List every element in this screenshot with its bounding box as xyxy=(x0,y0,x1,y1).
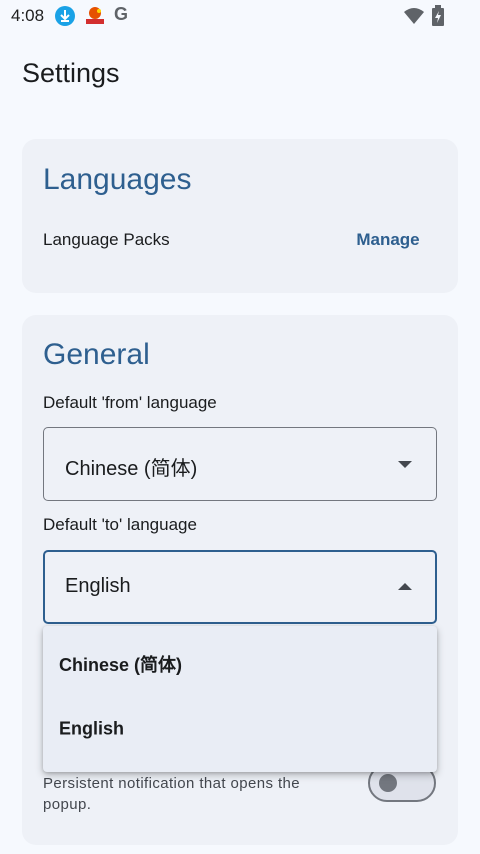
google-icon: G xyxy=(114,4,129,24)
language-packs-label: Language Packs xyxy=(43,230,170,249)
language-dropdown-menu: Chinese (简体) English xyxy=(43,626,437,772)
to-language-select[interactable]: English xyxy=(43,550,437,624)
from-language-value: Chinese (简体) xyxy=(65,458,198,480)
menu-item-chinese[interactable]: Chinese (简体) xyxy=(43,634,437,698)
from-language-label: Default 'from' language xyxy=(43,393,217,412)
to-language-label: Default 'to' language xyxy=(43,515,197,534)
languages-card: Languages Language Packs Manage xyxy=(22,139,458,293)
menu-item-label: English xyxy=(59,718,125,739)
battery-icon xyxy=(431,5,451,26)
wifi-icon xyxy=(404,7,424,27)
status-bar: 4:08 G xyxy=(0,0,480,32)
bottom-edge xyxy=(0,848,480,854)
languages-heading: Languages xyxy=(43,163,192,196)
general-heading: General xyxy=(43,338,150,371)
menu-item-label: Chinese (简体) xyxy=(59,655,183,675)
to-language-value: English xyxy=(65,575,131,597)
toggle-thumb xyxy=(379,774,397,792)
page-title: Settings xyxy=(22,58,120,88)
manage-button[interactable]: Manage xyxy=(342,225,434,255)
chevron-down-icon xyxy=(398,461,412,468)
notification-description: Persistent notification that opens the p… xyxy=(43,775,301,813)
flag-icon xyxy=(84,6,104,26)
chevron-up-icon xyxy=(398,583,412,590)
from-language-select[interactable]: Chinese (简体) xyxy=(43,427,437,501)
status-time: 4:08 xyxy=(11,6,45,25)
menu-item-english[interactable]: English xyxy=(43,699,437,763)
download-icon xyxy=(55,6,75,26)
